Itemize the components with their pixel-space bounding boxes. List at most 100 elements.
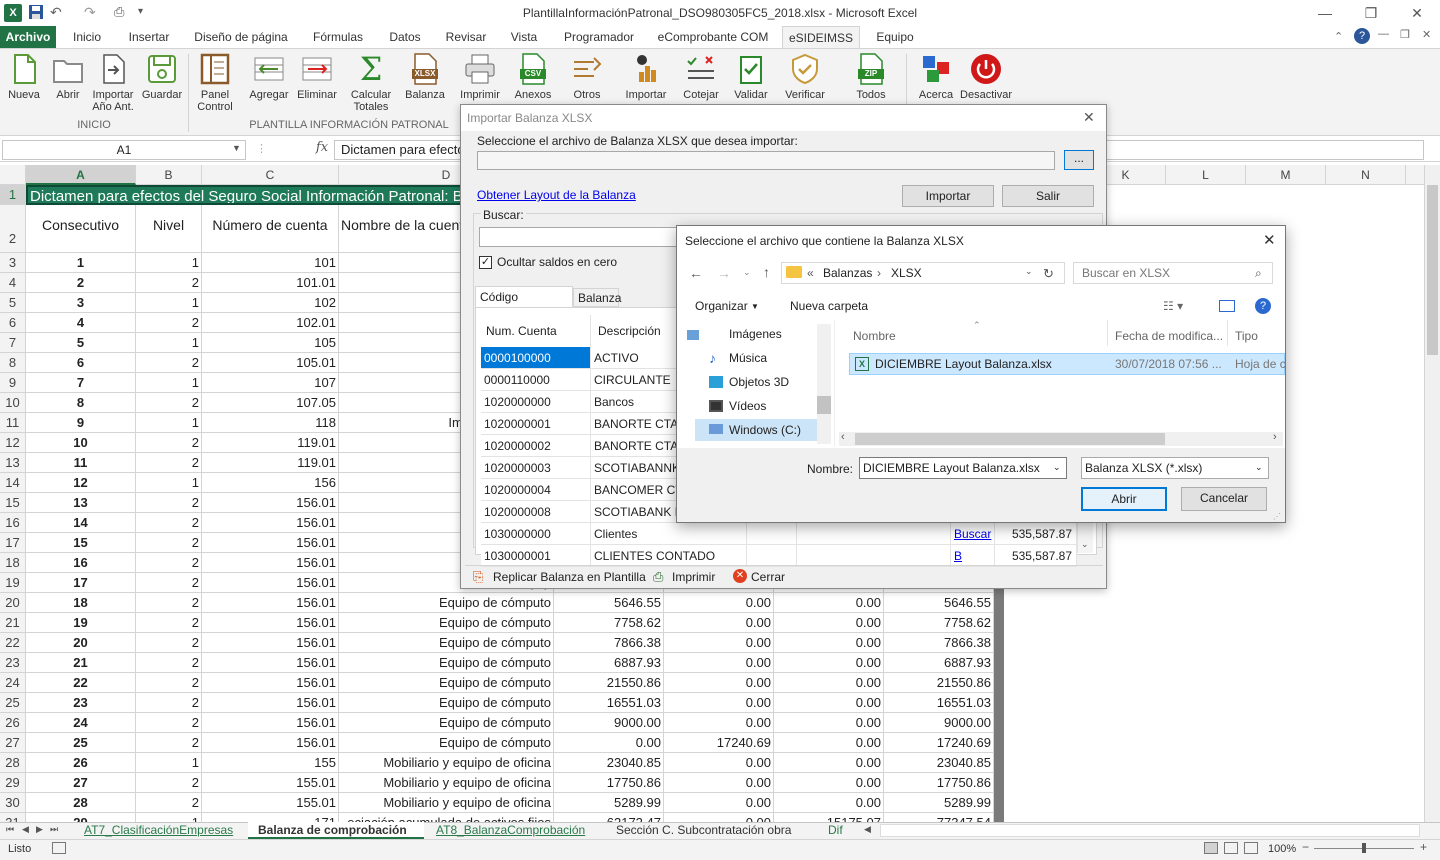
- back-arrow-icon[interactable]: ←: [689, 265, 703, 281]
- row-header[interactable]: 16: [0, 513, 26, 533]
- cell-f[interactable]: 0.00: [664, 713, 774, 733]
- cerrar-button[interactable]: Cerrar: [751, 570, 785, 584]
- cell-b[interactable]: 2: [136, 573, 202, 593]
- search-input[interactable]: [479, 227, 679, 247]
- header-nivel[interactable]: Nivel: [136, 205, 202, 253]
- cell-b[interactable]: 1: [136, 333, 202, 353]
- cell-c[interactable]: 156.01: [202, 593, 339, 613]
- cell-c[interactable]: 102: [202, 293, 339, 313]
- guardar-button[interactable]: Guardar: [140, 52, 184, 116]
- name-box-dropdown-icon[interactable]: ▼: [232, 143, 241, 153]
- cell-e[interactable]: 16551.03: [554, 693, 664, 713]
- tab-ecomprobante-com[interactable]: eComprobante COM: [652, 26, 774, 48]
- row-header[interactable]: 28: [0, 753, 26, 773]
- cell-b[interactable]: 2: [136, 713, 202, 733]
- cell-a[interactable]: 7: [26, 373, 136, 393]
- account-search-link[interactable]: B: [951, 545, 995, 567]
- cell-e[interactable]: 9000.00: [554, 713, 664, 733]
- horizontal-scrollbar[interactable]: [880, 824, 1420, 837]
- help-icon[interactable]: ?: [1354, 28, 1370, 44]
- cell-e[interactable]: 7758.62: [554, 613, 664, 633]
- forward-arrow-icon[interactable]: →: [717, 265, 731, 281]
- row-header[interactable]: 7: [0, 333, 26, 353]
- sheet-nav-first-icon[interactable]: ⏮: [6, 824, 14, 835]
- cell-c[interactable]: 119.01: [202, 433, 339, 453]
- page-layout-view-icon[interactable]: [1224, 842, 1238, 854]
- account-empty-cell[interactable]: [747, 545, 797, 567]
- name-box[interactable]: A1: [2, 140, 246, 160]
- up-arrow-icon[interactable]: ↑: [763, 264, 770, 280]
- abrir-button[interactable]: Abrir: [1081, 487, 1167, 511]
- preview-pane-icon[interactable]: [1219, 300, 1235, 312]
- cell-a[interactable]: 26: [26, 753, 136, 773]
- cell-a[interactable]: 28: [26, 793, 136, 813]
- cell-c[interactable]: 171: [202, 813, 339, 822]
- account-number[interactable]: 1030000000: [481, 523, 591, 545]
- nav-windows-c[interactable]: Windows (C:): [729, 419, 801, 441]
- nav-imagenes[interactable]: Imágenes: [729, 323, 782, 345]
- insert-function-icon[interactable]: fx: [310, 140, 334, 160]
- scroll-right-icon[interactable]: ›: [1273, 431, 1277, 443]
- row-header[interactable]: 8: [0, 353, 26, 373]
- row-header[interactable]: 24: [0, 673, 26, 693]
- cell-g[interactable]: 0.00: [774, 713, 884, 733]
- row-header[interactable]: 26: [0, 713, 26, 733]
- tab-datos[interactable]: Datos: [380, 26, 430, 48]
- cell-b[interactable]: 1: [136, 753, 202, 773]
- tab-codigo-agrupador[interactable]: Código Agrupador: [475, 286, 573, 324]
- account-number[interactable]: 1020000001: [481, 413, 591, 435]
- row-header[interactable]: 30: [0, 793, 26, 813]
- zoom-slider-thumb[interactable]: [1362, 843, 1366, 853]
- scroll-down-icon[interactable]: ⌄: [1081, 539, 1089, 550]
- importar-ano-ant-button[interactable]: Importar Año Ant.: [88, 52, 138, 116]
- abrir-button[interactable]: Abrir: [48, 52, 88, 116]
- cell-h[interactable]: 17750.86: [884, 773, 994, 793]
- filename-input[interactable]: DICIEMBRE Layout Balanza.xlsx: [859, 457, 1067, 479]
- account-number[interactable]: 1030000001: [481, 545, 591, 567]
- cell-a[interactable]: 11: [26, 453, 136, 473]
- address-dropdown-icon[interactable]: ⌄: [1025, 266, 1033, 277]
- row-header-1[interactable]: 1: [0, 185, 26, 205]
- cell-b[interactable]: 1: [136, 373, 202, 393]
- row-header[interactable]: 12: [0, 433, 26, 453]
- tab-revisar[interactable]: Revisar: [438, 26, 494, 48]
- cell-b[interactable]: 2: [136, 433, 202, 453]
- layout-link[interactable]: Obtener Layout de la Balanza: [477, 188, 636, 202]
- account-search-link[interactable]: Buscar: [951, 523, 995, 545]
- cell-g[interactable]: 15175.07: [774, 813, 884, 822]
- cell-b[interactable]: 2: [136, 553, 202, 573]
- cell-f[interactable]: 0.00: [664, 653, 774, 673]
- row-header-2[interactable]: 2: [0, 205, 26, 253]
- sheet-tab-seccion-c[interactable]: Sección C. Subcontratación obra: [606, 822, 816, 839]
- row-header[interactable]: 18: [0, 553, 26, 573]
- row-header[interactable]: 5: [0, 293, 26, 313]
- row-header[interactable]: 3: [0, 253, 26, 273]
- cell-e[interactable]: 0.00: [554, 733, 664, 753]
- resize-grip-icon[interactable]: ⋰: [1273, 512, 1281, 521]
- cell-c[interactable]: 156.01: [202, 713, 339, 733]
- path-balanzas[interactable]: Balanzas: [823, 266, 872, 280]
- account-number[interactable]: 0000100000: [481, 347, 591, 369]
- cell-a[interactable]: 18: [26, 593, 136, 613]
- row-header[interactable]: 9: [0, 373, 26, 393]
- cell-f[interactable]: 0.00: [664, 613, 774, 633]
- cell-g[interactable]: 0.00: [774, 793, 884, 813]
- cell-g[interactable]: 0.00: [774, 753, 884, 773]
- row-header[interactable]: 17: [0, 533, 26, 553]
- cell-a[interactable]: 25: [26, 733, 136, 753]
- search-xlsx-input[interactable]: Buscar en XLSX: [1073, 262, 1273, 284]
- cancelar-button[interactable]: Cancelar: [1181, 487, 1267, 511]
- cell-h[interactable]: 6887.93: [884, 653, 994, 673]
- cell-a[interactable]: 14: [26, 513, 136, 533]
- hide-zero-checkbox[interactable]: ✓: [479, 256, 492, 269]
- cell-b[interactable]: 2: [136, 393, 202, 413]
- cell-d[interactable]: Equipo de cómputo: [339, 713, 554, 733]
- cell-g[interactable]: 0.00: [774, 673, 884, 693]
- minimize-icon[interactable]: —: [1302, 0, 1348, 26]
- cell-h[interactable]: 5646.55: [884, 593, 994, 613]
- cell-g[interactable]: 0.00: [774, 593, 884, 613]
- cell-f[interactable]: 0.00: [664, 753, 774, 773]
- cell-c[interactable]: 156.01: [202, 673, 339, 693]
- row-header[interactable]: 13: [0, 453, 26, 473]
- cell-c[interactable]: 156.01: [202, 633, 339, 653]
